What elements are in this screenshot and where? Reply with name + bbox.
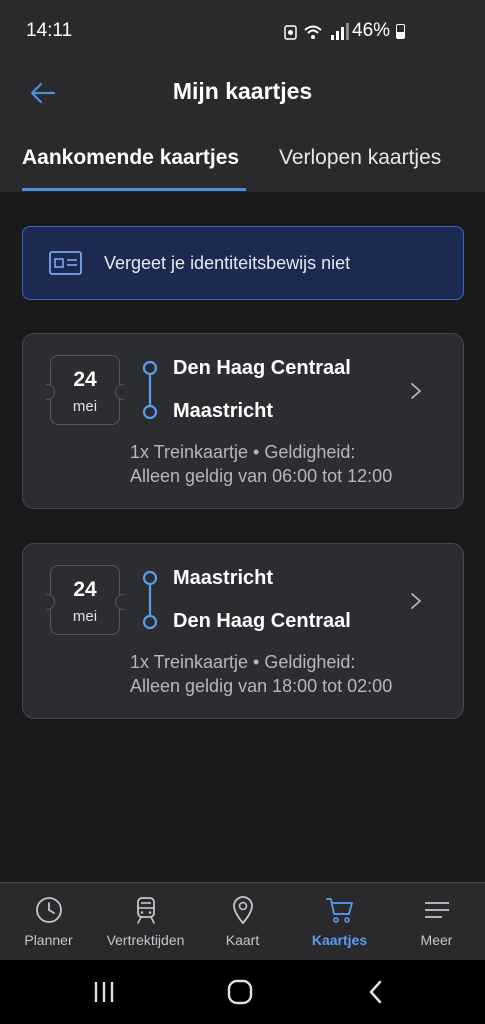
system-navigation-bar xyxy=(0,960,485,1024)
ticket-date: 24 mei xyxy=(46,355,124,425)
nav-label: Meer xyxy=(420,932,453,948)
nav-item-kaartjes[interactable]: Kaartjes xyxy=(291,883,388,961)
home-icon[interactable] xyxy=(225,978,255,1006)
nav-item-kaart[interactable]: Kaart xyxy=(194,883,291,961)
status-icons xyxy=(284,23,349,40)
chevron-right-icon xyxy=(411,593,421,609)
date-month: mei xyxy=(72,398,98,415)
id-card-icon xyxy=(49,251,82,275)
arrival-station: Maastricht xyxy=(173,400,274,422)
train-icon xyxy=(136,897,155,924)
date-month: mei xyxy=(72,608,98,625)
battery-icon xyxy=(396,24,405,39)
ticket-description: 1x Treinkaartje • Geldigheid: Alleen gel… xyxy=(130,440,392,488)
departure-station: Maastricht xyxy=(173,567,274,589)
ticket-date: 24 mei xyxy=(46,565,124,635)
ticket-list: Vergeet je identiteitsbewijs niet 24 mei… xyxy=(0,192,485,882)
nav-label: Kaart xyxy=(225,932,260,948)
tab-expired[interactable]: Verlopen kaartjes xyxy=(279,146,441,170)
chevron-right-icon xyxy=(411,383,421,399)
bottom-navigation: Planner Vertrektijden Kaart Kaartjes Mee… xyxy=(0,882,485,960)
route-line-icon xyxy=(142,570,158,630)
battery-percentage: 46% xyxy=(352,20,391,41)
date-day: 24 xyxy=(73,578,97,601)
ticket-type: 1x Treinkaartje • Geldigheid: xyxy=(130,442,356,462)
clock-icon xyxy=(35,897,62,923)
nav-label: Vertrektijden xyxy=(106,932,185,948)
ticket-description: 1x Treinkaartje • Geldigheid: Alleen gel… xyxy=(130,650,392,698)
arrival-station: Den Haag Centraal xyxy=(173,610,351,632)
nav-item-meer[interactable]: Meer xyxy=(388,883,485,961)
tab-upcoming[interactable]: Aankomende kaartjes xyxy=(22,146,239,170)
ticket-card[interactable]: 24 mei Maastricht Den Haag Centraal 1x T… xyxy=(22,543,464,719)
ticket-validity: Alleen geldig van 06:00 tot 12:00 xyxy=(130,466,393,486)
recent-apps-icon[interactable] xyxy=(89,978,119,1006)
nav-item-planner[interactable]: Planner xyxy=(0,883,97,961)
nav-label: Kaartjes xyxy=(311,932,368,948)
cart-icon xyxy=(325,898,353,923)
date-day: 24 xyxy=(73,368,97,391)
ticket-validity: Alleen geldig van 18:00 tot 02:00 xyxy=(130,676,393,696)
menu-icon xyxy=(424,902,449,918)
map-pin-icon xyxy=(232,896,253,925)
banner-text: Vergeet je identiteitsbewijs niet xyxy=(104,253,351,273)
status-bar: 14:11 46% xyxy=(0,0,485,62)
page-title: Mijn kaartjes xyxy=(172,78,313,104)
nav-item-vertrektijden[interactable]: Vertrektijden xyxy=(97,883,194,961)
ticket-card[interactable]: 24 mei Den Haag Centraal Maastricht 1x T… xyxy=(22,333,464,509)
app-header: Mijn kaartjes Aankomende kaartjes Verlop… xyxy=(0,62,485,192)
ticket-tabs: Aankomende kaartjes Verlopen kaartjes xyxy=(0,138,485,192)
status-time: 14:11 xyxy=(26,20,73,41)
ticket-type: 1x Treinkaartje • Geldigheid: xyxy=(130,652,356,672)
id-reminder-banner: Vergeet je identiteitsbewijs niet xyxy=(22,226,464,300)
active-tab-indicator xyxy=(22,188,246,191)
nav-label: Planner xyxy=(24,932,73,948)
back-icon[interactable] xyxy=(362,978,392,1006)
departure-station: Den Haag Centraal xyxy=(173,357,351,379)
route-line-icon xyxy=(142,360,158,420)
